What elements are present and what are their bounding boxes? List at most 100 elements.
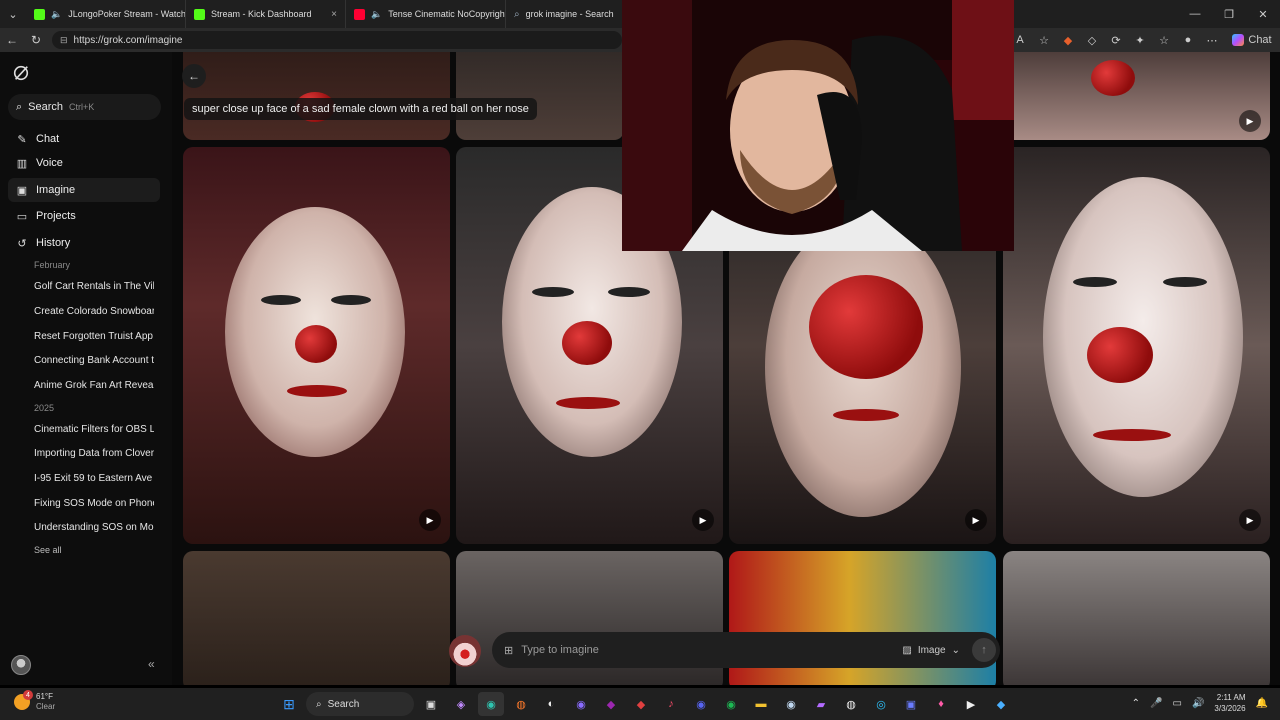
history-item[interactable]: Reset Forgotten Truist App	[34, 331, 154, 342]
taskbar-search[interactable]: ⌕ Search	[306, 692, 414, 716]
tab-close-icon[interactable]: ×	[331, 9, 337, 20]
chevron-up-icon[interactable]: ⌃	[1132, 698, 1140, 709]
more-menu-icon[interactable]: ⋯	[1200, 28, 1224, 52]
sidebar-item-chat[interactable]: ✎ Chat	[8, 127, 160, 151]
refresh-icon[interactable]: ↻	[24, 28, 48, 52]
favorite-star-icon[interactable]: ☆	[1032, 28, 1056, 52]
weather-widget[interactable]: 4 61°F Clear	[14, 690, 55, 712]
grok-logo-icon[interactable]	[12, 64, 30, 82]
history-item[interactable]: Cinematic Filters for OBS Li	[34, 424, 154, 435]
discord-icon[interactable]: ◉	[688, 692, 714, 716]
image-tile[interactable]	[183, 551, 450, 685]
minimize-icon[interactable]: —	[1178, 0, 1212, 28]
play-icon[interactable]: ▶	[1239, 509, 1261, 531]
image-tile[interactable]	[456, 52, 624, 140]
taskbar-clock[interactable]: 2:11 AM 3/3/2026	[1214, 692, 1245, 714]
app-icon[interactable]: ◆	[628, 692, 654, 716]
history-item[interactable]: Create Colorado Snowboar	[34, 306, 154, 317]
browser-tab-4[interactable]: ⌕ grok imagine - Search	[506, 0, 626, 28]
play-icon[interactable]: ▶	[692, 509, 714, 531]
sidebar-item-history[interactable]: ↺ History	[8, 231, 160, 255]
obs-icon[interactable]: ◐	[538, 692, 564, 716]
collapse-sidebar-icon[interactable]: «	[148, 657, 155, 671]
firefox-icon[interactable]: ◍	[508, 692, 534, 716]
volume-icon[interactable]: 🔊	[1192, 698, 1204, 709]
image-tile[interactable]: ▶	[183, 147, 450, 544]
extension-icon[interactable]: ◇	[1080, 28, 1104, 52]
app-icon[interactable]: ◍	[838, 692, 864, 716]
network-icon[interactable]: ▭	[1173, 698, 1182, 709]
image-tile[interactable]: ▶	[1003, 52, 1270, 140]
app-icon[interactable]: ♦	[928, 692, 954, 716]
notification-badge: 4	[23, 690, 33, 700]
browser-tab-1[interactable]: 🔈 JLongoPoker Stream - Watch	[26, 0, 186, 28]
history-item[interactable]: Understanding SOS on Mob	[34, 522, 154, 533]
browser-tab-3[interactable]: 🔈 Tense Cinematic NoCopyright	[346, 0, 506, 28]
image-mode-icon: ▨	[902, 644, 912, 656]
sidebar-item-voice[interactable]: ▥ Voice	[8, 151, 160, 175]
history-item[interactable]: Anime Grok Fan Art Reveal	[34, 380, 154, 391]
windows-start-icon[interactable]: ⊞	[276, 692, 302, 716]
spotify-icon[interactable]: ◉	[718, 692, 744, 716]
music-icon[interactable]: ♪	[658, 692, 684, 716]
history-item[interactable]: Fixing SOS Mode on Phone	[34, 498, 154, 509]
sidebar-item-imagine[interactable]: ▣ Imagine	[8, 178, 160, 202]
microphone-icon[interactable]: 🎤	[1150, 698, 1162, 709]
app-icon[interactable]: ◉	[568, 692, 594, 716]
history-item[interactable]: Importing Data from Clover	[34, 448, 154, 459]
image-tile[interactable]	[183, 52, 450, 140]
attach-image-icon[interactable]: ⊞	[504, 644, 513, 657]
see-all-link[interactable]: See all	[34, 545, 62, 555]
submit-arrow-button[interactable]: ↑	[972, 638, 996, 662]
profile-icon[interactable]: ●	[1176, 28, 1200, 52]
copilot-icon[interactable]: ◈	[448, 692, 474, 716]
history-section-label: 2025	[34, 403, 55, 413]
site-info-icon[interactable]: ⊟	[60, 35, 68, 46]
browser-tab-2[interactable]: Stream - Kick Dashboard ×	[186, 0, 346, 28]
tab-title: Tense Cinematic NoCopyright	[388, 9, 506, 19]
history-item[interactable]: Golf Cart Rentals in The Vill	[34, 281, 154, 292]
app-icon[interactable]: ▰	[808, 692, 834, 716]
user-avatar[interactable]	[11, 655, 31, 675]
copilot-chat-button[interactable]: Chat	[1224, 28, 1280, 52]
app-icon[interactable]: ▣	[898, 692, 924, 716]
extension-icon[interactable]: ◆	[1056, 28, 1080, 52]
image-tile[interactable]	[1003, 551, 1270, 685]
clock-date: 3/3/2026	[1214, 704, 1246, 713]
webcam-streamer-image	[622, 0, 1014, 251]
play-icon[interactable]: ▶	[1239, 110, 1261, 132]
favorites-icon[interactable]: ☆	[1152, 28, 1176, 52]
edge-browser-icon[interactable]: ◉	[478, 692, 504, 716]
extensions-puzzle-icon[interactable]: ✦	[1128, 28, 1152, 52]
play-icon[interactable]: ▶	[965, 509, 987, 531]
app-icon[interactable]: ◎	[868, 692, 894, 716]
imagine-prompt-input[interactable]	[521, 644, 872, 656]
search-favicon-icon: ⌕	[514, 8, 520, 20]
mode-dropdown[interactable]: ▨ Image ⌄	[902, 639, 960, 661]
back-button[interactable]: ←	[182, 64, 206, 88]
sync-icon[interactable]: ⟳	[1104, 28, 1128, 52]
app-icon[interactable]: ◆	[988, 692, 1014, 716]
history-item[interactable]: I-95 Exit 59 to Eastern Ave	[34, 473, 154, 484]
task-view-icon[interactable]: ▣	[418, 692, 444, 716]
sidebar-search-button[interactable]: ⌕ Search Ctrl+K	[8, 94, 161, 120]
sidebar-item-projects[interactable]: ▭ Projects	[8, 204, 160, 228]
url-field[interactable]: ⊟ https://grok.com/imagine	[52, 31, 622, 49]
back-arrow-icon[interactable]: ←	[0, 28, 24, 52]
weather-sun-icon: 4	[14, 690, 33, 710]
eye-shape	[608, 287, 650, 297]
close-window-icon[interactable]: ✕	[1246, 0, 1280, 28]
tab-actions-menu-icon[interactable]: ⌄	[0, 0, 26, 28]
play-icon[interactable]: ▶	[419, 509, 441, 531]
steam-icon[interactable]: ◉	[778, 692, 804, 716]
maximize-icon[interactable]: ❐	[1212, 0, 1246, 28]
history-item[interactable]: Connecting Bank Account t	[34, 355, 154, 366]
app-icon[interactable]: ◆	[598, 692, 624, 716]
media-player-icon[interactable]: ▶	[958, 692, 984, 716]
kick-favicon-icon	[34, 8, 45, 20]
file-explorer-icon[interactable]: ▬	[748, 692, 774, 716]
selected-image-thumbnail[interactable]	[449, 635, 481, 667]
image-tile[interactable]: ▶	[1003, 147, 1270, 544]
sidebar-item-label: History	[36, 237, 71, 249]
notifications-bell-icon[interactable]: 🔔	[1256, 698, 1268, 709]
